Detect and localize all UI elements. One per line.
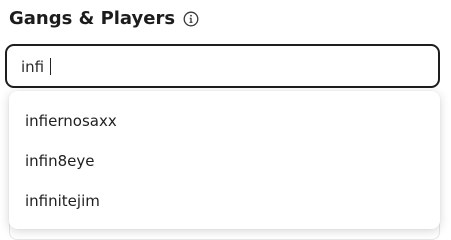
player-search-field[interactable] [5, 44, 440, 88]
autocomplete-option[interactable]: infin8eye [9, 141, 440, 181]
autocomplete-option[interactable]: infiernosaxx [9, 101, 440, 141]
section-title: Gangs & Players [9, 7, 176, 29]
player-search-input[interactable] [21, 55, 421, 79]
autocomplete-option[interactable]: infinitejim [9, 181, 440, 221]
info-icon[interactable] [183, 11, 199, 27]
section-header: Gangs & Players [9, 5, 199, 31]
text-caret [50, 58, 51, 75]
gangs-players-panel: Gangs & Players infiernosaxx infin8eye i… [0, 0, 451, 240]
autocomplete-dropdown: infiernosaxx infin8eye infinitejim [9, 91, 440, 229]
